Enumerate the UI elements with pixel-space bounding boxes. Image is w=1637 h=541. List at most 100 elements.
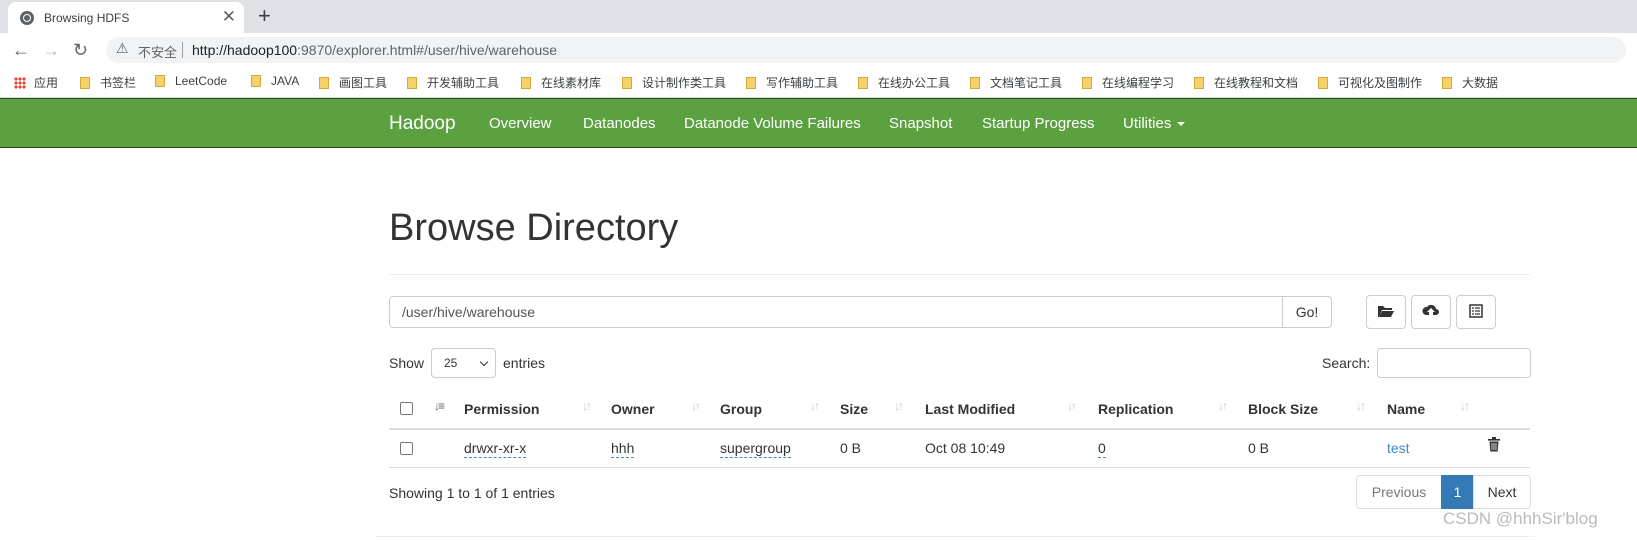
entries-label: entries <box>503 355 546 371</box>
bookmark-folder[interactable]: LeetCode <box>155 74 227 88</box>
bookmark-folder[interactable]: JAVA <box>251 74 299 88</box>
watermark: CSDN @hhhSir'blog <box>1443 509 1598 528</box>
browser-tab-strip: Browsing HDFS ✕ + <box>0 0 1637 33</box>
sort-icon[interactable]: ↓↑ <box>582 399 592 413</box>
column-block-size[interactable]: Block Size <box>1248 401 1318 417</box>
bookmark-folder[interactable]: 文档笔记工具 <box>970 74 1062 91</box>
bookmark-label: 在线教程和文档 <box>1214 76 1299 90</box>
column-last-modified[interactable]: Last Modified <box>925 401 1015 417</box>
select-all-checkbox[interactable] <box>400 402 413 415</box>
last-modified-cell: Oct 08 10:49 <box>925 440 1006 456</box>
footer-divider <box>375 536 1535 537</box>
bookmark-folder[interactable]: 在线素材库 <box>521 74 601 91</box>
bookmark-folder[interactable]: 开发辅助工具 <box>407 74 499 91</box>
bookmark-label: 书签栏 <box>100 76 137 90</box>
cut-paste-button[interactable] <box>1456 295 1496 329</box>
folder-icon <box>746 77 756 89</box>
block-size-cell: 0 B <box>1248 440 1270 456</box>
hadoop-navbar: Hadoop Overview Datanodes Datanode Volum… <box>0 98 1637 148</box>
row-checkbox[interactable] <box>400 442 413 455</box>
sort-ascending-icon[interactable]: ↓≡ <box>434 399 445 413</box>
bookmark-folder[interactable]: 画图工具 <box>319 74 387 91</box>
replication-value: 0 <box>1098 440 1106 458</box>
bookmark-label: 写作辅助工具 <box>766 76 839 90</box>
bookmark-label: LeetCode <box>175 74 228 88</box>
sort-icon[interactable]: ↓↑ <box>1067 399 1077 413</box>
column-size[interactable]: Size <box>840 401 868 417</box>
entries-per-page-select[interactable]: 25 <box>431 348 496 378</box>
browser-toolbar: ← → ↻ ⚠ 不安全 http://hadoop100:9870/explor… <box>0 33 1637 67</box>
group-cell[interactable]: supergroup <box>720 440 791 458</box>
table-header-divider <box>389 428 1530 430</box>
bookmark-folder[interactable]: 在线教程和文档 <box>1194 74 1298 91</box>
bookmark-label: 文档笔记工具 <box>990 76 1063 90</box>
sort-icon[interactable]: ↓↑ <box>1218 399 1228 413</box>
url-path: :9870/explorer.html#/user/hive/warehouse <box>297 42 558 58</box>
go-button[interactable]: Go! <box>1283 296 1332 328</box>
column-group[interactable]: Group <box>720 401 762 417</box>
create-directory-button[interactable] <box>1366 295 1406 329</box>
page-1-button[interactable]: 1 <box>1441 475 1474 509</box>
bookmark-label: 在线素材库 <box>541 76 602 90</box>
folder-icon <box>1082 77 1092 89</box>
owner-cell[interactable]: hhh <box>611 440 635 458</box>
bookmark-apps[interactable]: 应用 <box>14 74 58 91</box>
nav-utilities-dropdown[interactable]: Utilities <box>1123 115 1186 132</box>
bookmark-folder[interactable]: 设计制作类工具 <box>622 74 726 91</box>
upload-files-button[interactable] <box>1411 295 1451 329</box>
bookmark-label: 大数据 <box>1462 76 1499 90</box>
permission-value: drwxr-xr-x <box>464 440 527 458</box>
browser-tab[interactable]: Browsing HDFS ✕ <box>8 2 244 33</box>
tab-title: Browsing HDFS <box>44 11 130 25</box>
trash-icon[interactable] <box>1488 437 1500 452</box>
close-tab-icon[interactable]: ✕ <box>222 7 236 27</box>
replication-cell[interactable]: 0 <box>1098 440 1106 458</box>
address-bar[interactable]: ⚠ 不安全 http://hadoop100:9870/explorer.htm… <box>106 37 1626 63</box>
reload-icon[interactable]: ↻ <box>73 39 88 61</box>
column-owner[interactable]: Owner <box>611 401 655 417</box>
nav-overview[interactable]: Overview <box>489 115 552 132</box>
bookmark-folder[interactable]: 书签栏 <box>80 74 136 91</box>
brand-link[interactable]: Hadoop <box>389 113 456 135</box>
forward-arrow-icon[interactable]: → <box>42 39 60 61</box>
bookmark-folder[interactable]: 在线办公工具 <box>858 74 950 91</box>
directory-path-input[interactable]: /user/hive/warehouse <box>389 296 1283 328</box>
warning-icon: ⚠ <box>116 40 129 56</box>
bookmark-folder[interactable]: 写作辅助工具 <box>746 74 838 91</box>
nav-startup-progress[interactable]: Startup Progress <box>982 115 1095 132</box>
folder-icon <box>858 77 868 89</box>
bookmark-folder[interactable]: 在线编程学习 <box>1082 74 1174 91</box>
url-text[interactable]: http://hadoop100:9870/explorer.html#/use… <box>192 42 557 58</box>
globe-icon <box>20 11 34 25</box>
bookmark-label: 可视化及图制作 <box>1338 76 1423 90</box>
back-arrow-icon[interactable]: ← <box>12 39 30 61</box>
url-host: http://hadoop100 <box>192 42 298 58</box>
sort-icon[interactable]: ↓↑ <box>691 399 701 413</box>
next-page-button[interactable]: Next <box>1473 475 1531 509</box>
bookmark-label: 应用 <box>34 76 59 90</box>
folder-icon <box>155 75 165 87</box>
column-replication[interactable]: Replication <box>1098 401 1173 417</box>
sort-icon[interactable]: ↓↑ <box>1356 399 1366 413</box>
sort-icon[interactable]: ↓↑ <box>894 399 904 413</box>
nav-datanodes[interactable]: Datanodes <box>583 115 656 132</box>
column-name[interactable]: Name <box>1387 401 1425 417</box>
nav-datanode-volume-failures[interactable]: Datanode Volume Failures <box>684 115 861 132</box>
column-permission[interactable]: Permission <box>464 401 539 417</box>
new-tab-button[interactable]: + <box>258 3 271 29</box>
search-input[interactable] <box>1377 348 1531 378</box>
sort-icon[interactable]: ↓↑ <box>810 399 820 413</box>
bookmark-folder[interactable]: 可视化及图制作 <box>1318 74 1422 91</box>
search-label: Search: <box>1322 355 1371 371</box>
folder-icon <box>1194 77 1204 89</box>
insecure-label: 不安全 <box>138 45 178 60</box>
bookmarks-bar: 应用 书签栏 LeetCode JAVA 画图工具 开发辅助工具 在线素材库 设… <box>0 67 1637 98</box>
file-name-link[interactable]: test <box>1387 440 1410 456</box>
permission-cell[interactable]: drwxr-xr-x <box>464 440 527 458</box>
previous-page-button[interactable]: Previous <box>1356 475 1442 509</box>
bookmark-folder[interactable]: 大数据 <box>1442 74 1498 91</box>
nav-snapshot[interactable]: Snapshot <box>889 115 952 132</box>
cloud-upload-icon <box>1422 304 1439 315</box>
sort-icon[interactable]: ↓↑ <box>1460 399 1470 413</box>
title-divider <box>389 274 1530 275</box>
